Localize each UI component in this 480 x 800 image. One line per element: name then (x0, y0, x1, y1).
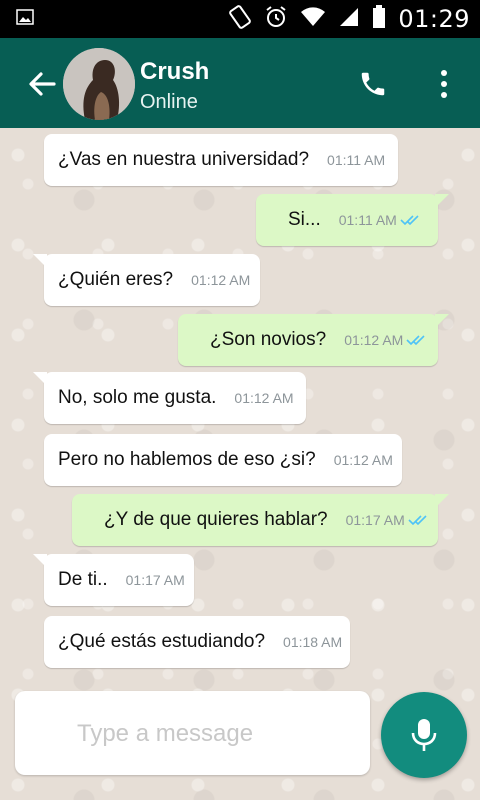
voice-message-button[interactable] (381, 692, 467, 778)
battery-icon (372, 4, 386, 34)
message-time: 01:12 AM (234, 390, 294, 406)
message-bubble-incoming[interactable]: Pero no hablemos de eso ¿si? 01:12 AM (44, 434, 402, 486)
message-composer (15, 691, 370, 775)
alarm-icon (264, 5, 288, 34)
dot-icon (441, 92, 447, 98)
read-receipt-icon (408, 514, 428, 526)
message-time: 01:11 AM (338, 212, 397, 228)
bubble-tail (33, 554, 47, 568)
message-text: No, solo me gusta. (58, 387, 217, 408)
message-time: 01:17 AM (125, 572, 185, 588)
message-text: ¿Qué estás estudiando? (58, 631, 266, 652)
microphone-icon (411, 719, 437, 751)
message-text: Si... (288, 209, 321, 230)
voice-call-button[interactable] (355, 66, 391, 102)
message-bubble-outgoing[interactable]: Si... 01:11 AM (256, 194, 449, 246)
arrow-left-icon (29, 72, 56, 96)
clock: 01:29 (398, 5, 470, 33)
message-text: ¿Y de que quieres hablar? (104, 509, 328, 530)
read-receipt-icon (400, 214, 420, 226)
read-receipt-icon (406, 334, 426, 346)
contact-status: Online (140, 91, 198, 113)
message-bubble-incoming[interactable]: ¿Quién eres? 01:12 AM (33, 254, 260, 306)
contact-avatar[interactable] (63, 48, 135, 120)
message-bubble-incoming[interactable]: De ti.. 01:17 AM (33, 554, 194, 606)
message-text: De ti.. (58, 569, 108, 590)
chat-header: Crush Online (0, 38, 480, 128)
signal-icon (338, 6, 360, 33)
more-options-button[interactable] (432, 64, 456, 104)
bubble-tail (435, 494, 449, 508)
bubble-tail (33, 254, 47, 268)
message-text: Pero no hablemos de eso ¿si? (58, 449, 316, 470)
message-bubble-outgoing[interactable]: ¿Y de que quieres hablar? 01:17 AM (72, 494, 449, 546)
gallery-notification-icon (16, 9, 34, 25)
message-bubble-outgoing[interactable]: ¿Son novios? 01:12 AM (178, 314, 449, 366)
bubble-tail (33, 372, 47, 386)
message-bubble-incoming[interactable]: No, solo me gusta. 01:12 AM (33, 372, 306, 424)
message-time: 01:12 AM (191, 272, 251, 288)
dot-icon (441, 81, 447, 87)
contact-name[interactable]: Crush (140, 58, 209, 86)
message-time: 01:12 AM (333, 452, 393, 468)
back-button[interactable] (26, 68, 58, 100)
message-time: 01:18 AM (283, 634, 343, 650)
profile-photo (63, 48, 135, 120)
bubble-tail (435, 314, 449, 328)
dot-icon (441, 70, 447, 76)
wifi-icon (300, 6, 326, 33)
message-time: 01:17 AM (345, 512, 405, 528)
vibrate-icon (228, 4, 252, 35)
message-time: 01:11 AM (327, 152, 386, 168)
message-input[interactable] (75, 713, 359, 755)
message-text: ¿Quién eres? (58, 269, 174, 290)
bubble-tail (435, 194, 449, 208)
message-text: ¿Son novios? (210, 329, 327, 350)
status-bar: 01:29 (0, 0, 480, 38)
message-time: 01:12 AM (344, 332, 404, 348)
message-bubble-incoming[interactable]: ¿Qué estás estudiando? 01:18 AM (44, 616, 350, 668)
phone-icon (361, 72, 385, 96)
message-bubble-incoming[interactable]: ¿Vas en nuestra universidad? 01:11 AM (44, 134, 398, 186)
message-text: ¿Vas en nuestra universidad? (58, 149, 310, 170)
